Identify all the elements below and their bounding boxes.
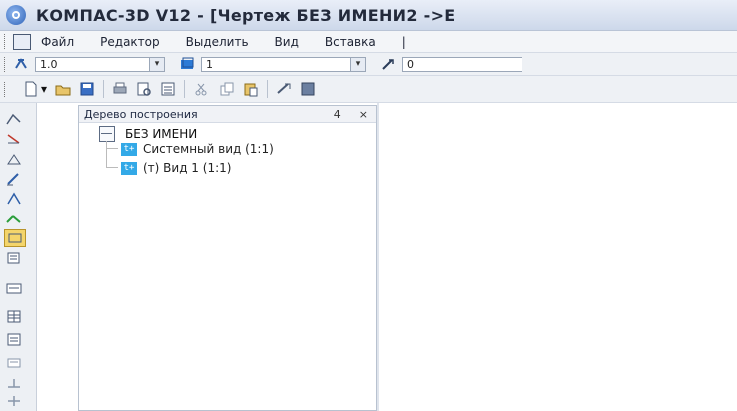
style-icon[interactable] <box>380 56 396 72</box>
chevron-down-icon[interactable]: ▾ <box>149 57 164 71</box>
layer-combo[interactable]: 1 ▾ <box>201 56 366 72</box>
scale-value: 1.0 <box>40 57 58 71</box>
panel-divider[interactable] <box>377 103 379 411</box>
cut-icon[interactable] <box>193 81 209 97</box>
layer-icon[interactable] <box>179 56 195 72</box>
document-menu-icon[interactable] <box>13 33 31 50</box>
geometry-icon[interactable] <box>4 111 24 127</box>
properties-toolbar: 1.0 ▾ 1 ▾ 0 <box>0 53 737 76</box>
params-icon[interactable] <box>4 191 24 207</box>
tree-connector <box>106 141 107 168</box>
document-icon <box>99 126 115 142</box>
layers-icon[interactable] <box>4 355 24 371</box>
compact-toolbar <box>0 103 37 411</box>
kompas-logo-icon[interactable] <box>6 5 26 25</box>
toolbar-separator <box>103 80 104 98</box>
tree-item-label: Системный вид (1:1) <box>143 142 274 156</box>
menu-overflow[interactable]: | <box>402 35 406 49</box>
layer-value: 1 <box>206 57 213 71</box>
table-icon[interactable] <box>4 308 24 324</box>
axis-icon[interactable] <box>4 393 24 409</box>
view-icon: t+ <box>121 142 137 156</box>
print-icon[interactable] <box>112 81 128 97</box>
chevron-down-icon[interactable]: ▾ <box>350 57 365 71</box>
menu-select[interactable]: Выделить <box>186 35 249 49</box>
tree-panel-buttons: 4 × <box>334 106 368 122</box>
menu-grip[interactable] <box>4 34 9 49</box>
window-title: КОМПАС-3D V12 - [Чертеж БЕЗ ИМЕНИ2 ->E <box>36 5 456 25</box>
open-folder-icon[interactable] <box>55 81 71 97</box>
pin-icon[interactable]: 4 <box>334 108 341 121</box>
scale-icon[interactable] <box>13 56 29 72</box>
paste-icon[interactable] <box>243 81 259 97</box>
tree-connector <box>106 167 118 168</box>
menu-view[interactable]: Вид <box>275 35 299 49</box>
toolbar-separator <box>267 80 268 98</box>
menu-file[interactable]: Файл <box>41 35 74 49</box>
toolbar-grip[interactable] <box>4 56 9 72</box>
toolbar-separator <box>184 80 185 98</box>
menu-bar: Файл Редактор Выделить Вид Вставка | <box>0 31 737 53</box>
standard-toolbar: ▾ <box>0 76 737 103</box>
symbols-icon[interactable] <box>4 151 24 167</box>
measure-icon[interactable] <box>4 211 24 227</box>
tree-panel-header: Дерево построения 4 × <box>79 106 376 123</box>
tree-root-node[interactable]: БЕЗ ИМЕНИ <box>99 126 197 142</box>
scale-combo[interactable]: 1.0 ▾ <box>35 56 165 72</box>
tree-connector <box>106 148 118 149</box>
close-icon[interactable]: × <box>359 108 368 121</box>
print-preview-icon[interactable] <box>136 81 152 97</box>
selection-icon[interactable] <box>4 229 26 247</box>
copy-icon[interactable] <box>219 81 235 97</box>
dimensions-icon[interactable] <box>4 131 24 147</box>
menu-edit[interactable]: Редактор <box>100 35 159 49</box>
tree-item-label: (т) Вид 1 (1:1) <box>143 161 232 175</box>
grid-icon[interactable] <box>300 81 316 97</box>
bend-icon[interactable] <box>4 375 24 391</box>
view-icon: t+ <box>121 161 137 175</box>
save-icon[interactable] <box>79 81 95 97</box>
chevron-down-icon[interactable]: ▾ <box>39 81 49 97</box>
spec-icon[interactable] <box>4 250 24 266</box>
style-combo[interactable]: 0 <box>402 56 522 72</box>
report-icon[interactable] <box>4 280 24 296</box>
tree-root-label: БЕЗ ИМЕНИ <box>125 127 198 141</box>
format-icon[interactable] <box>276 81 292 97</box>
edit-icon[interactable] <box>4 171 24 187</box>
tree-item-view-1[interactable]: t+ (т) Вид 1 (1:1) <box>121 161 231 175</box>
tree-panel-title: Дерево построения <box>84 107 198 121</box>
build-tree-panel: Дерево построения 4 × БЕЗ ИМЕНИ t+ Систе… <box>78 105 377 411</box>
menu-insert[interactable]: Вставка <box>325 35 376 49</box>
style-value: 0 <box>407 57 414 71</box>
title-bar: КОМПАС-3D V12 - [Чертеж БЕЗ ИМЕНИ2 ->E <box>0 0 737 31</box>
tree-item-system-view[interactable]: t+ Системный вид (1:1) <box>121 142 274 156</box>
new-document-icon[interactable] <box>23 81 39 97</box>
properties-icon[interactable] <box>160 81 176 97</box>
toolbar-grip[interactable] <box>4 81 9 97</box>
library-icon[interactable] <box>4 331 24 347</box>
